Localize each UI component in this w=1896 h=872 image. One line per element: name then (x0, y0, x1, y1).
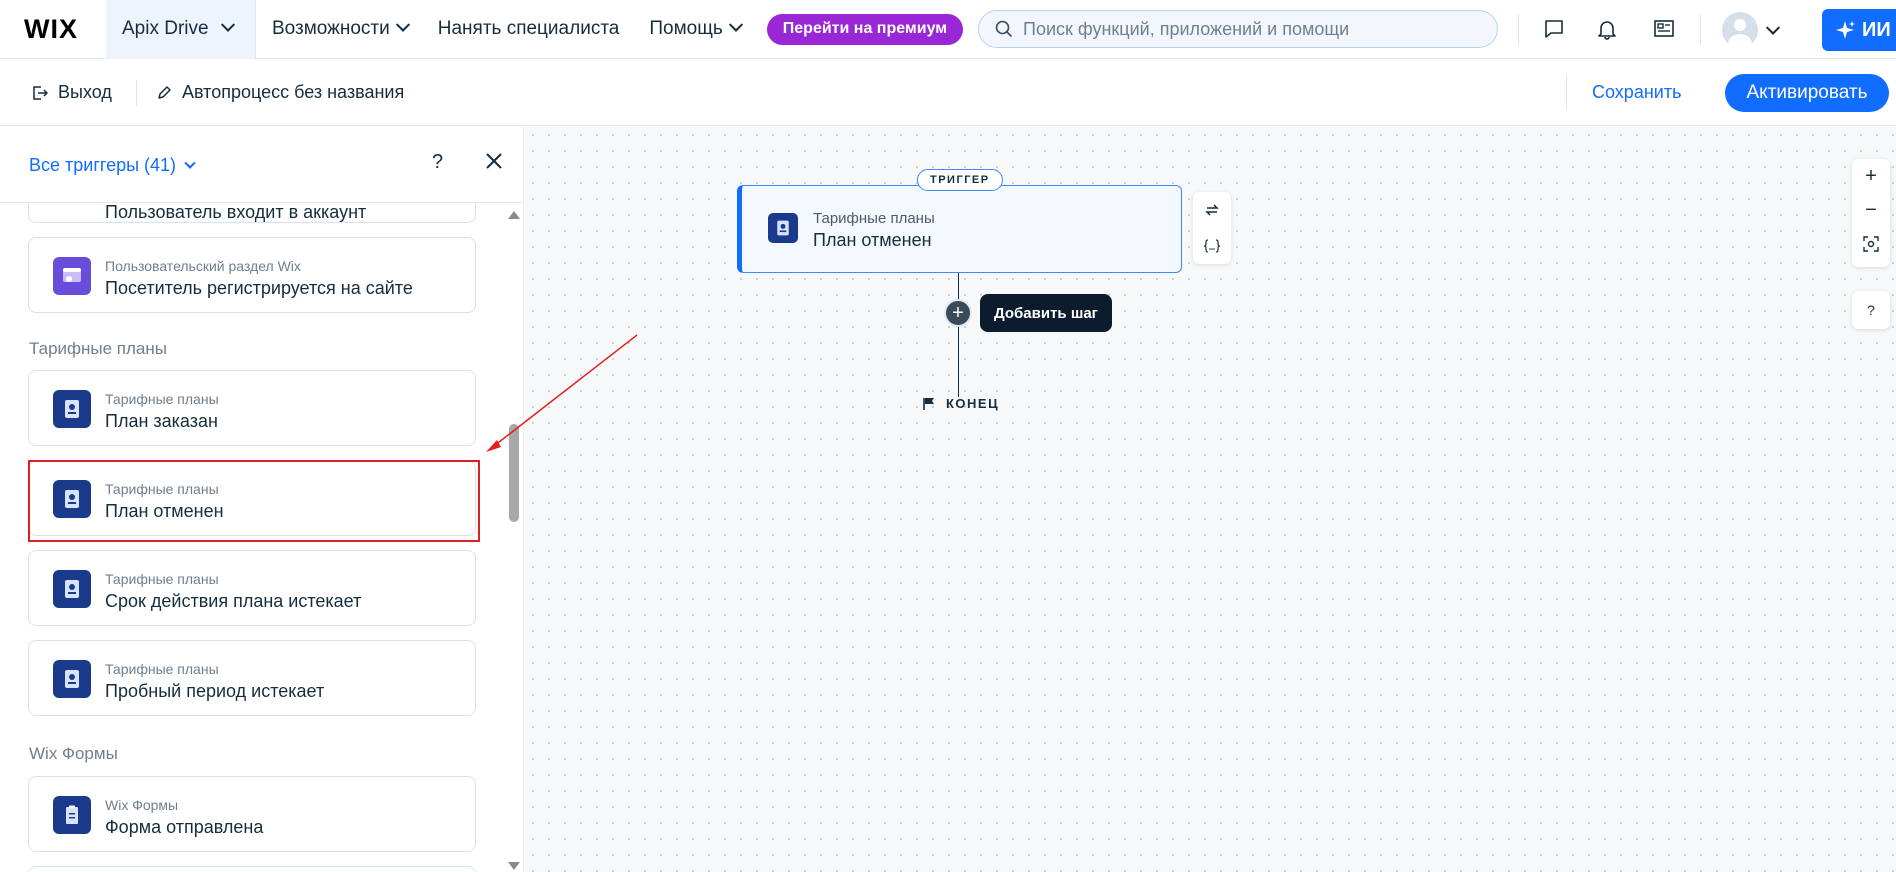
news-icon[interactable] (1651, 16, 1677, 42)
ai-assistant-button[interactable]: ИИ (1822, 9, 1896, 51)
chat-icon[interactable] (1541, 16, 1567, 42)
avatar[interactable] (1722, 12, 1758, 48)
flow-connector (958, 273, 959, 397)
exit-icon (33, 85, 48, 100)
nav-features-label: Возможности (272, 18, 390, 39)
site-selector[interactable]: Apix Drive (106, 0, 256, 59)
add-step-button[interactable]: Добавить шаг (980, 294, 1112, 332)
trigger-title: План заказан (105, 411, 218, 431)
trigger-category: Тарифные планы (105, 571, 219, 587)
trigger-category: Тарифные планы (105, 661, 219, 677)
chevron-down-icon (220, 17, 235, 32)
search-icon (995, 20, 1013, 38)
trigger-category: Wix Формы (105, 797, 179, 813)
trigger-card[interactable]: Пользовательский раздел Wix Посетитель р… (28, 237, 476, 313)
process-name[interactable]: Автопроцесс без названия (156, 82, 404, 103)
plan-icon (53, 480, 91, 518)
nav-features[interactable]: Возможности (272, 17, 410, 40)
nav-hire-expert-label: Нанять специалиста (437, 18, 620, 39)
swap-icon (1205, 204, 1219, 216)
trigger-title: Пользователь входит в аккаунт (105, 202, 367, 222)
section-title-forms: Wix Формы (29, 744, 118, 763)
zoom-out-button[interactable]: − (1852, 193, 1890, 227)
search-input[interactable] (1023, 18, 1493, 40)
flag-icon (923, 397, 934, 410)
trigger-card-selected[interactable]: Тарифные планы План отменен (28, 460, 476, 536)
braces-icon (1203, 239, 1221, 253)
trigger-title: Пробный период истекает (105, 681, 325, 701)
zoom-controls: + − (1852, 159, 1890, 267)
trigger-filter-label: Все триггеры (41) (29, 155, 177, 175)
chevron-down-icon (184, 157, 196, 169)
trigger-category: Тарифные планы (105, 391, 219, 407)
exit-label: Выход (58, 82, 112, 102)
plan-icon (53, 660, 91, 698)
member-area-icon (53, 257, 91, 295)
section-title-plans: Тарифные планы (29, 339, 167, 358)
plan-icon (768, 213, 798, 243)
chevron-down-icon (395, 17, 410, 32)
canvas-help-button[interactable]: ? (1852, 291, 1890, 329)
plan-icon (53, 390, 91, 428)
premium-button[interactable]: Перейти на премиум (766, 13, 964, 45)
fit-to-screen-button[interactable] (1852, 227, 1890, 261)
activate-button[interactable]: Активировать (1725, 74, 1889, 112)
trigger-title: Срок действия плана истекает (105, 591, 362, 611)
trigger-node-category: Тарифные планы (813, 210, 935, 227)
end-label: КОНЕЦ (946, 396, 1000, 411)
close-icon[interactable] (482, 149, 506, 173)
trigger-pill: ТРИГГЕР (917, 169, 1003, 191)
plan-icon (53, 570, 91, 608)
trigger-node-title: План отменен (813, 230, 932, 250)
trigger-card[interactable]: Тарифные планы Срок действия плана истек… (28, 550, 476, 626)
sparkle-icon (1836, 21, 1855, 39)
variables-button[interactable] (1193, 228, 1231, 264)
nav-help-label: Помощь (649, 18, 723, 39)
scrollbar-thumb[interactable] (509, 424, 519, 522)
scrollbar[interactable] (506, 203, 522, 872)
trigger-title: Посетитель регистрируется на сайте (105, 278, 413, 298)
search-bar[interactable] (978, 10, 1498, 48)
wix-logo[interactable]: WIX (0, 14, 106, 45)
node-tools (1193, 192, 1231, 264)
trigger-card[interactable]: Тарифные планы Пробный период истекает (28, 640, 476, 716)
nav-help[interactable]: Помощь (649, 17, 743, 40)
save-button[interactable]: Сохранить (1592, 82, 1681, 103)
focus-icon (1863, 236, 1879, 252)
trigger-card[interactable] (28, 866, 476, 872)
exit-button[interactable]: Выход (32, 82, 112, 103)
divider (1566, 76, 1567, 110)
ai-label: ИИ (1862, 18, 1891, 41)
chevron-down-icon (728, 17, 743, 32)
avatar-menu-chevron[interactable] (1765, 20, 1781, 42)
nav-hire-expert[interactable]: Нанять специалиста (438, 18, 620, 40)
replace-trigger-button[interactable] (1193, 192, 1231, 228)
editor-toolbar: Выход Автопроцесс без названия Сохранить… (0, 60, 1896, 126)
divider (1518, 14, 1519, 44)
pencil-icon (158, 85, 171, 99)
end-marker: КОНЕЦ (922, 396, 999, 411)
panel-header: Все триггеры (41) ? (0, 127, 523, 203)
trigger-title: План отменен (105, 501, 224, 521)
scroll-up-arrow-icon[interactable] (508, 211, 520, 219)
trigger-node[interactable]: Тарифные планы План отменен (737, 185, 1182, 273)
divider (1700, 14, 1701, 44)
trigger-category: Пользовательский раздел Wix (105, 258, 301, 274)
help-button[interactable]: ? (432, 151, 443, 174)
workflow-canvas[interactable]: ТРИГГЕР Тарифные планы План отменен + До… (525, 127, 1896, 872)
scroll-down-arrow-icon[interactable] (508, 862, 520, 870)
trigger-panel: Все триггеры (41) ? Пользователь входит … (0, 127, 524, 872)
add-step-plus-icon[interactable]: + (944, 299, 972, 327)
trigger-card[interactable]: Wix Формы Форма отправлена (28, 776, 476, 852)
process-name-label: Автопроцесс без названия (182, 82, 405, 102)
trigger-card[interactable]: Тарифные планы План заказан (28, 370, 476, 446)
trigger-category: Тарифные планы (105, 481, 219, 497)
site-name: Apix Drive (122, 18, 209, 39)
trigger-filter-dropdown[interactable]: Все триггеры (41) (29, 155, 196, 176)
divider (136, 80, 137, 106)
zoom-in-button[interactable]: + (1852, 159, 1890, 193)
form-icon (53, 796, 91, 834)
bell-icon[interactable] (1594, 16, 1620, 42)
trigger-title: Форма отправлена (105, 817, 264, 837)
